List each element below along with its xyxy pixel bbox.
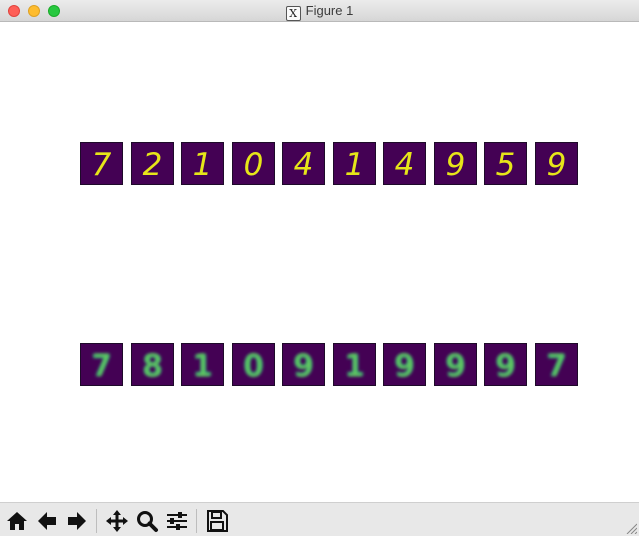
- toolbar-separator: [96, 509, 97, 533]
- toolbar-separator: [196, 509, 197, 533]
- svg-text:1: 1: [193, 147, 213, 183]
- pan-icon: [106, 510, 128, 532]
- reconstructed-digit-7: 99: [434, 343, 477, 386]
- svg-text:2: 2: [143, 147, 163, 183]
- x11-app-icon: X: [285, 6, 301, 21]
- svg-text:9: 9: [446, 147, 466, 183]
- reconstructed-digit-0: 77: [80, 343, 123, 386]
- svg-text:9: 9: [446, 349, 465, 384]
- svg-text:9: 9: [496, 349, 515, 384]
- home-button[interactable]: [4, 508, 30, 534]
- svg-text:4: 4: [294, 147, 314, 183]
- svg-text:8: 8: [143, 349, 162, 384]
- svg-text:1: 1: [345, 349, 364, 384]
- original-digit-0: 7: [80, 142, 123, 185]
- window-title-area: X Figure 1: [0, 3, 639, 21]
- svg-text:7: 7: [92, 349, 111, 384]
- window-title: Figure 1: [305, 3, 354, 18]
- original-digit-9: 9: [535, 142, 578, 185]
- window-titlebar: X Figure 1: [0, 0, 639, 22]
- reconstructed-digit-6: 99: [383, 343, 426, 386]
- svg-text:1: 1: [193, 349, 212, 384]
- reconstructed-digit-1: 88: [131, 343, 174, 386]
- forward-arrow-icon: [68, 512, 86, 530]
- svg-text:0: 0: [244, 349, 263, 384]
- navigation-toolbar: [0, 502, 639, 536]
- svg-text:4: 4: [395, 147, 415, 183]
- pan-button[interactable]: [104, 508, 130, 534]
- forward-button[interactable]: [64, 508, 90, 534]
- reconstructed-digit-9: 77: [535, 343, 578, 386]
- configure-subplots-button[interactable]: [164, 508, 190, 534]
- svg-text:7: 7: [92, 147, 112, 183]
- svg-text:9: 9: [395, 349, 414, 384]
- figure-canvas[interactable]: 7210414959 77881100991199999977: [0, 22, 639, 502]
- original-digit-5: 1: [333, 142, 376, 185]
- original-digit-3: 0: [232, 142, 275, 185]
- home-icon: [7, 512, 27, 530]
- back-button[interactable]: [34, 508, 60, 534]
- svg-text:9: 9: [547, 147, 567, 183]
- original-digit-7: 9: [434, 142, 477, 185]
- reconstructed-digit-5: 11: [333, 343, 376, 386]
- svg-text:1: 1: [345, 147, 365, 183]
- resize-grip-icon[interactable]: [625, 522, 637, 534]
- zoom-button[interactable]: [134, 508, 160, 534]
- original-digit-2: 1: [181, 142, 224, 185]
- reconstructed-digit-4: 99: [282, 343, 325, 386]
- svg-text:9: 9: [294, 349, 313, 384]
- reconstructed-digit-8: 99: [484, 343, 527, 386]
- svg-text:5: 5: [496, 147, 516, 183]
- configure-subplots-icon: [167, 512, 187, 530]
- back-arrow-icon: [38, 512, 56, 530]
- svg-text:0: 0: [244, 147, 264, 183]
- save-icon: [207, 510, 228, 532]
- svg-text:7: 7: [547, 349, 566, 384]
- zoom-icon: [137, 511, 158, 532]
- save-button[interactable]: [204, 508, 230, 534]
- original-digit-8: 5: [484, 142, 527, 185]
- original-digit-4: 4: [282, 142, 325, 185]
- reconstructed-digit-3: 00: [232, 343, 275, 386]
- original-digit-6: 4: [383, 142, 426, 185]
- reconstructed-digit-2: 11: [181, 343, 224, 386]
- original-digit-1: 2: [131, 142, 174, 185]
